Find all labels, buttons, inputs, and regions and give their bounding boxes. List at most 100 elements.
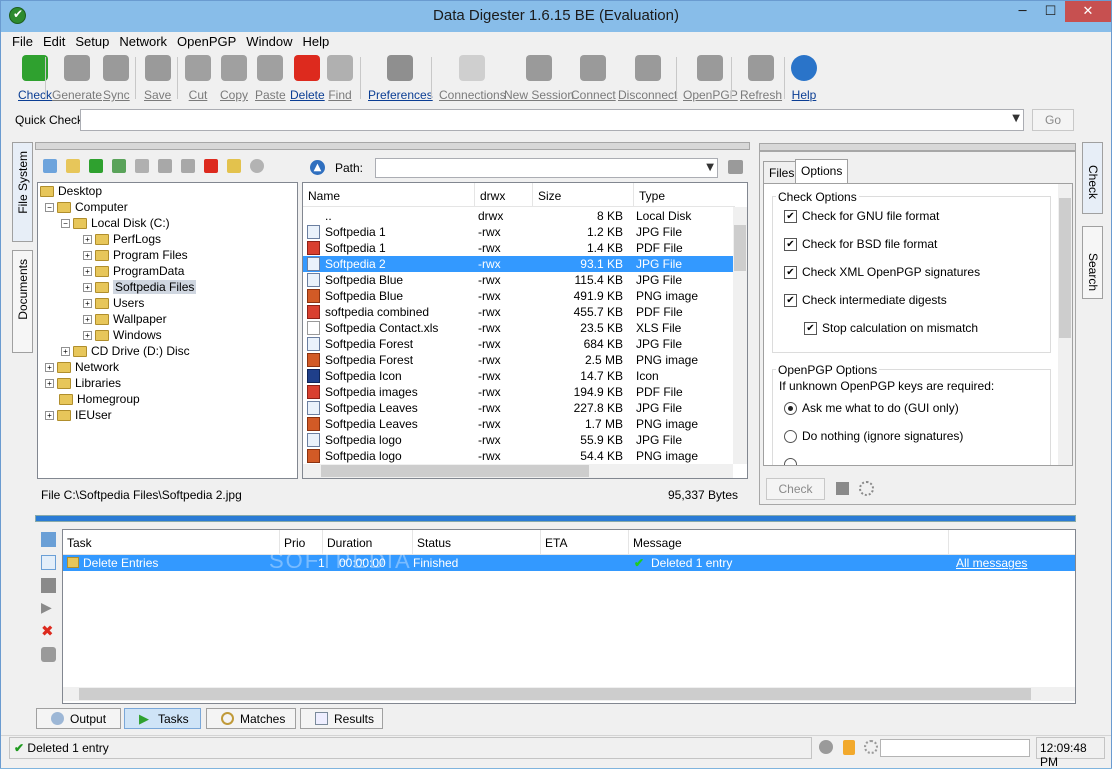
collapse-icon[interactable]: − bbox=[45, 203, 54, 213]
horizontal-scrollbar[interactable] bbox=[303, 464, 733, 478]
gear-icon[interactable] bbox=[859, 481, 874, 496]
toolbar-cut-button[interactable]: Cut bbox=[185, 55, 211, 102]
stop-icon[interactable] bbox=[836, 482, 849, 495]
chevron-down-icon[interactable]: ▼ bbox=[1012, 113, 1020, 124]
quick-check-input[interactable]: ▼ bbox=[80, 109, 1024, 131]
expand-icon[interactable]: + bbox=[83, 283, 92, 293]
expand-icon[interactable]: + bbox=[83, 331, 92, 341]
expand-icon[interactable]: + bbox=[83, 251, 92, 261]
rename-icon[interactable] bbox=[227, 159, 241, 173]
menu-setup[interactable]: Setup bbox=[75, 32, 109, 49]
toolbar-sync-button[interactable]: Sync bbox=[103, 55, 130, 102]
table-row[interactable]: Softpedia Leaves -rwx JPG File 227.8 KB bbox=[303, 400, 733, 416]
toolbar-save-button[interactable]: Save bbox=[144, 55, 171, 102]
col-name[interactable]: Name bbox=[308, 189, 340, 203]
toolbar-new-session-button[interactable]: New Session bbox=[504, 55, 574, 102]
tree-item[interactable]: − Local Disk (C:) bbox=[61, 216, 170, 232]
scroll-thumb[interactable] bbox=[734, 225, 746, 271]
col-status[interactable]: Status bbox=[413, 530, 541, 554]
table-row[interactable]: Softpedia Forest -rwx JPG File 684 KB bbox=[303, 336, 733, 352]
tree-item[interactable]: + Users bbox=[83, 296, 144, 312]
expand-icon[interactable]: + bbox=[45, 363, 54, 373]
tree-item[interactable]: + Program Files bbox=[83, 248, 188, 264]
table-row[interactable]: Delete Entries 1 00:00:00 Finished ✔ Del… bbox=[63, 555, 1075, 571]
col-perm[interactable]: drwx bbox=[480, 189, 505, 203]
options-scrollbar[interactable] bbox=[1058, 184, 1072, 465]
play-icon[interactable]: ▶ bbox=[41, 601, 56, 616]
menu-help[interactable]: Help bbox=[303, 32, 330, 49]
table-row[interactable]: Softpedia Contact.xls -rwx XLS File 23.5 KB bbox=[303, 320, 733, 336]
toolbar-find-button[interactable]: Find bbox=[327, 55, 353, 102]
horizontal-scrollbar[interactable] bbox=[63, 687, 1075, 701]
expand-icon[interactable]: + bbox=[61, 347, 70, 357]
table-row[interactable]: Softpedia Blue -rwx PNG image 491.9 KB bbox=[303, 288, 733, 304]
wrench-icon[interactable] bbox=[41, 647, 56, 662]
tree-item[interactable]: + PerfLogs bbox=[83, 232, 161, 248]
table-row[interactable]: Softpedia Forest -rwx PNG image 2.5 MB bbox=[303, 352, 733, 368]
toolbar-preferences-button[interactable]: Preferences bbox=[368, 55, 433, 102]
check-button[interactable]: Check bbox=[766, 478, 825, 500]
radio-do-nothing[interactable]: Do nothing (ignore signatures) bbox=[784, 429, 963, 444]
toolbar-disconnect-button[interactable]: Disconnect bbox=[618, 55, 677, 102]
folder-gear-icon[interactable] bbox=[728, 160, 743, 174]
minimize-button[interactable]: ─ bbox=[1009, 1, 1036, 22]
stop-icon[interactable] bbox=[41, 578, 56, 593]
toolbar-connect-button[interactable]: Connect bbox=[571, 55, 616, 102]
expand-icon[interactable]: + bbox=[45, 379, 54, 389]
table-row[interactable]: .. drwx Local Disk 8 KB bbox=[303, 208, 733, 224]
menu-window[interactable]: Window bbox=[246, 32, 292, 49]
menu-network[interactable]: Network bbox=[119, 32, 167, 49]
expand-icon[interactable]: + bbox=[45, 411, 54, 421]
toolbar-help-button[interactable]: Help bbox=[791, 55, 817, 102]
expand-icon[interactable]: + bbox=[83, 235, 92, 245]
tree-item[interactable]: + Libraries bbox=[45, 376, 121, 392]
tab-file-system[interactable]: File System bbox=[12, 142, 33, 242]
toolbar-copy-button[interactable]: Copy bbox=[220, 55, 248, 102]
toolbar-delete-button[interactable]: Delete bbox=[290, 55, 325, 102]
tab-tasks[interactable]: ▶ Tasks bbox=[124, 708, 201, 729]
table-row[interactable]: Softpedia images -rwx PDF File 194.9 KB bbox=[303, 384, 733, 400]
tree-item[interactable]: + CD Drive (D:) Disc bbox=[61, 344, 190, 360]
home-icon[interactable] bbox=[43, 159, 57, 173]
table-row[interactable]: Softpedia 1 -rwx JPG File 1.2 KB bbox=[303, 224, 733, 240]
pencil-icon[interactable] bbox=[112, 159, 126, 173]
grid-icon[interactable] bbox=[135, 159, 149, 173]
check-xml-checkbox[interactable]: ✔ Check XML OpenPGP signatures bbox=[784, 265, 980, 280]
table-row[interactable]: Softpedia 2 -rwx JPG File 93.1 KB bbox=[303, 256, 733, 272]
menu-openpgp[interactable]: OpenPGP bbox=[177, 32, 236, 49]
tree-item[interactable]: + Network bbox=[45, 360, 119, 376]
table-row[interactable]: Softpedia logo -rwx PNG image 54.4 KB bbox=[303, 448, 733, 464]
scroll-thumb[interactable] bbox=[1059, 198, 1071, 338]
scroll-thumb[interactable] bbox=[79, 688, 1031, 700]
tree-item[interactable]: + IEUser bbox=[45, 408, 112, 424]
tree-item[interactable]: + ProgramData bbox=[83, 264, 184, 280]
table-row[interactable]: Softpedia 1 -rwx PDF File 1.4 KB bbox=[303, 240, 733, 256]
col-eta[interactable]: ETA bbox=[541, 530, 629, 554]
table-row[interactable]: Softpedia logo -rwx JPG File 55.9 KB bbox=[303, 432, 733, 448]
toolbar-refresh-button[interactable]: Refresh bbox=[740, 55, 782, 102]
table-row[interactable]: Softpedia Blue -rwx JPG File 115.4 KB bbox=[303, 272, 733, 288]
tree-item[interactable]: + Windows bbox=[83, 328, 162, 344]
path-input[interactable]: ▼ bbox=[375, 158, 718, 178]
tab-results[interactable]: Results bbox=[300, 708, 383, 729]
toolbar-paste-button[interactable]: Paste bbox=[255, 55, 286, 102]
tab-matches[interactable]: Matches bbox=[206, 708, 296, 729]
tab-search[interactable]: Search bbox=[1082, 226, 1103, 299]
col-size[interactable]: Size bbox=[538, 189, 561, 203]
expand-icon[interactable]: + bbox=[83, 299, 92, 309]
tab-options[interactable]: Options bbox=[795, 159, 849, 183]
toolbar-check-button[interactable]: Check bbox=[18, 55, 52, 102]
table-row[interactable]: Softpedia Leaves -rwx PNG image 1.7 MB bbox=[303, 416, 733, 432]
tree-item[interactable]: − Computer bbox=[45, 200, 128, 216]
paste-icon[interactable] bbox=[181, 159, 195, 173]
magnifier-icon[interactable] bbox=[250, 159, 264, 173]
grid-icon[interactable] bbox=[41, 555, 56, 570]
toolbar-connections-button[interactable]: Connections bbox=[439, 55, 506, 102]
all-messages-link[interactable]: All messages bbox=[956, 556, 1027, 570]
vertical-scrollbar[interactable] bbox=[733, 207, 747, 464]
chevron-down-icon[interactable]: ▼ bbox=[706, 162, 714, 173]
menu-edit[interactable]: Edit bbox=[43, 32, 65, 49]
sort-icon[interactable] bbox=[41, 532, 56, 547]
scroll-thumb[interactable] bbox=[321, 465, 589, 477]
expand-icon[interactable]: + bbox=[83, 315, 92, 325]
